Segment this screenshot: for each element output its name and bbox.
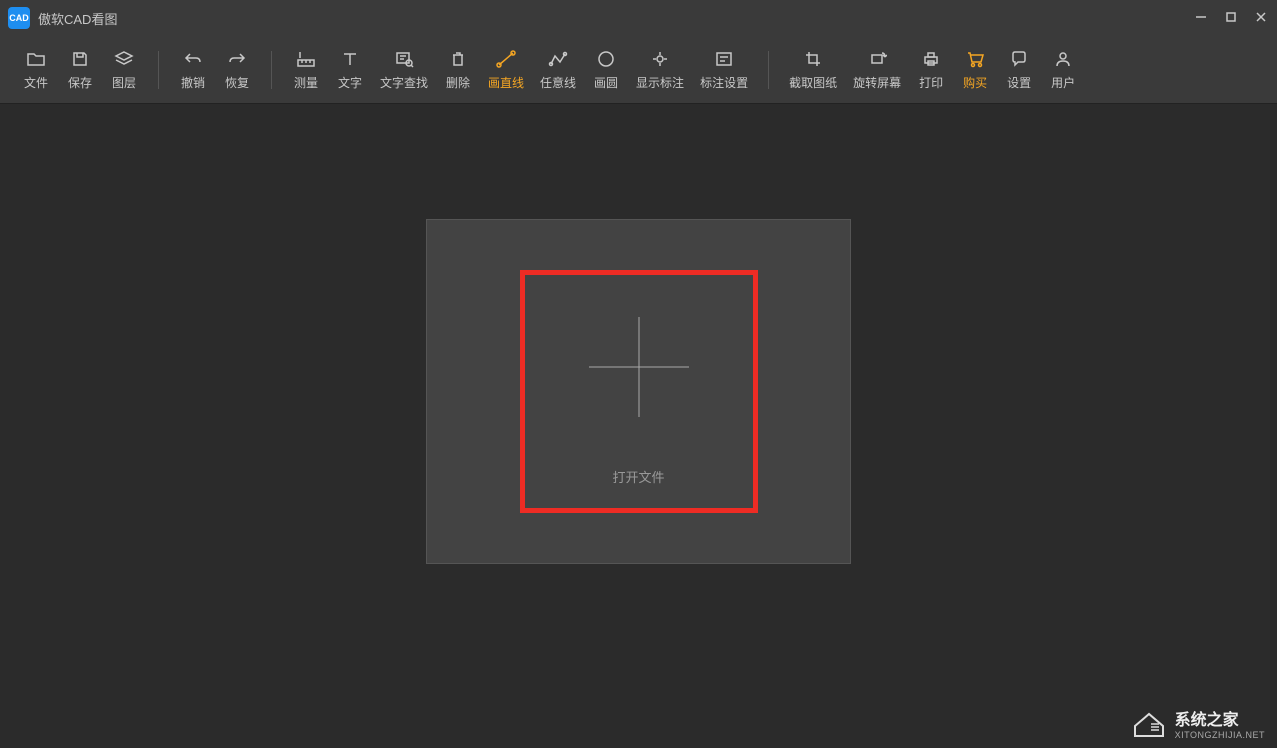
open-file-label: 打开文件	[612, 467, 664, 486]
crop-icon	[804, 48, 822, 70]
maximize-button[interactable]	[1223, 10, 1239, 26]
toolbar: 文件 保存 图层 撤销 恢复	[0, 36, 1277, 104]
app-icon: CAD	[8, 7, 30, 29]
watermark-logo-icon	[1131, 708, 1167, 738]
text-search-button[interactable]: 文字查找	[372, 44, 436, 95]
app-title: 傲软CAD看图	[38, 9, 117, 28]
watermark-main: 系统之家	[1175, 706, 1239, 730]
watermark: 系统之家 XITONGZHIJIA.NET	[1131, 706, 1265, 740]
minimize-button[interactable]	[1193, 10, 1209, 26]
file-button[interactable]: 文件	[14, 44, 58, 95]
line-icon	[496, 48, 516, 70]
folder-icon	[26, 48, 46, 70]
polyline-icon	[548, 48, 568, 70]
print-button[interactable]: 打印	[909, 44, 953, 95]
rotate-button[interactable]: 旋转屏幕	[845, 44, 909, 95]
titlebar: CAD 傲软CAD看图	[0, 0, 1277, 36]
titlebar-left: CAD 傲软CAD看图	[8, 7, 117, 29]
layers-icon	[114, 48, 134, 70]
redo-button[interactable]: 恢复	[215, 44, 259, 95]
close-button[interactable]	[1253, 10, 1269, 26]
open-file-button[interactable]: 打开文件	[520, 270, 758, 513]
chat-icon	[1010, 48, 1028, 70]
undo-button[interactable]: 撤销	[171, 44, 215, 95]
undo-icon	[183, 48, 203, 70]
watermark-sub: XITONGZHIJIA.NET	[1175, 730, 1265, 740]
user-icon	[1054, 48, 1072, 70]
save-icon	[71, 48, 89, 70]
annotation-settings-button[interactable]: 标注设置	[692, 44, 756, 95]
crop-button[interactable]: 截取图纸	[781, 44, 845, 95]
plus-icon	[589, 317, 689, 417]
text-search-icon	[394, 48, 414, 70]
text-button[interactable]: 文字	[328, 44, 372, 95]
polyline-button[interactable]: 任意线	[532, 44, 584, 95]
measure-button[interactable]: 测量	[284, 44, 328, 95]
redo-icon	[227, 48, 247, 70]
window-controls	[1193, 10, 1269, 26]
layers-button[interactable]: 图层	[102, 44, 146, 95]
rotate-icon	[867, 48, 887, 70]
divider	[271, 51, 272, 89]
text-icon	[341, 48, 359, 70]
delete-button[interactable]: 删除	[436, 44, 480, 95]
divider	[158, 51, 159, 89]
open-panel: 打开文件	[426, 219, 851, 564]
canvas-area: 打开文件	[0, 104, 1277, 748]
show-annotations-button[interactable]: 显示标注	[628, 44, 692, 95]
ruler-icon	[296, 48, 316, 70]
annotation-show-icon	[650, 48, 670, 70]
circle-icon	[597, 48, 615, 70]
purchase-button[interactable]: 购买	[953, 44, 997, 95]
circle-button[interactable]: 画圆	[584, 44, 628, 95]
line-button[interactable]: 画直线	[480, 44, 532, 95]
settings-button[interactable]: 设置	[997, 44, 1041, 95]
annotation-settings-icon	[714, 48, 734, 70]
divider	[768, 51, 769, 89]
save-button[interactable]: 保存	[58, 44, 102, 95]
print-icon	[922, 48, 940, 70]
trash-icon	[449, 48, 467, 70]
cart-icon	[965, 48, 985, 70]
user-button[interactable]: 用户	[1041, 44, 1085, 95]
